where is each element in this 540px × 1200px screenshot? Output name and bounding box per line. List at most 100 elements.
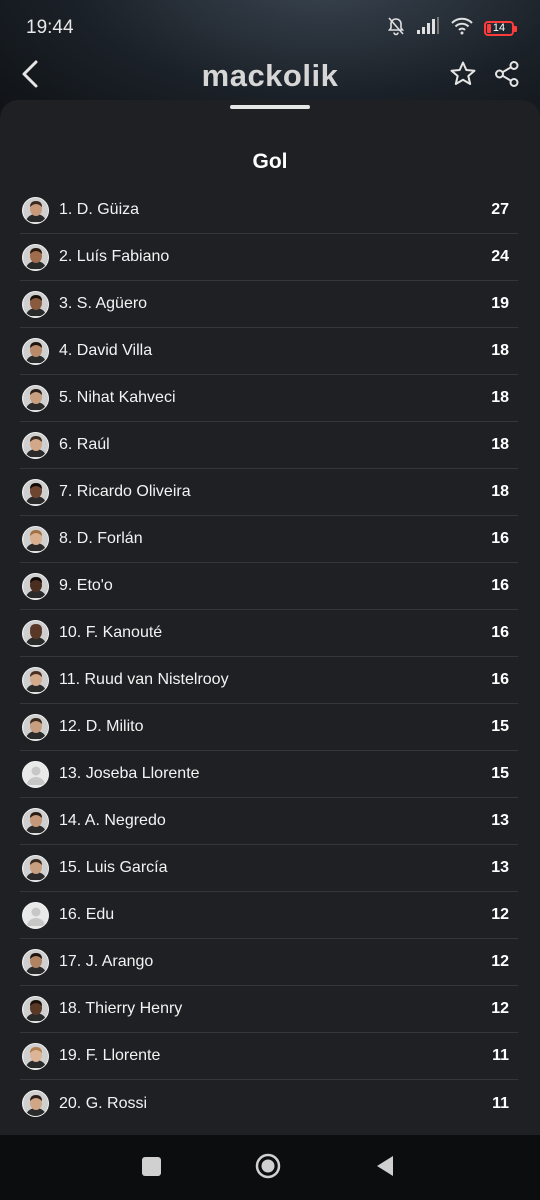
sheet-title: Gol <box>252 150 288 173</box>
player-row[interactable]: 18. Thierry Henry 12 <box>20 986 518 1033</box>
player-goals: 18 <box>491 483 509 500</box>
star-icon <box>449 60 477 93</box>
player-avatar <box>22 243 49 271</box>
player-row[interactable]: 7. Ricardo Oliveira 18 <box>20 469 518 516</box>
home-circle-icon[interactable] <box>255 1153 281 1179</box>
status-bar: 19:44 14 <box>0 0 540 56</box>
battery-icon: 14 <box>484 20 517 36</box>
player-row[interactable]: 10. F. Kanouté 16 <box>20 610 518 657</box>
player-goals: 16 <box>491 624 509 641</box>
player-name: 19. F. Llorente <box>59 1047 161 1064</box>
wifi-icon <box>450 17 474 40</box>
player-avatar <box>22 1042 49 1070</box>
player-name: 8. D. Forlán <box>59 530 143 547</box>
player-row[interactable]: 4. David Villa 18 <box>20 328 518 375</box>
player-name: 4. David Villa <box>59 342 153 359</box>
player-goals: 19 <box>491 295 509 312</box>
player-row[interactable]: 20. G. Rossi 11 <box>20 1080 518 1127</box>
player-avatar <box>22 525 49 553</box>
player-avatar <box>22 713 49 741</box>
player-avatar <box>22 384 49 412</box>
player-name: 13. Joseba Llorente <box>59 765 200 782</box>
scorers-list: 1. D. Güiza 27 2. Luís Fabiano 24 3. S. Agüe… <box>20 187 518 1127</box>
player-avatar <box>22 995 49 1023</box>
player-name: 20. G. Rossi <box>59 1094 148 1112</box>
bell-off-icon <box>386 16 406 41</box>
sheet-drag-handle[interactable] <box>230 105 310 109</box>
avatar-placeholder-icon <box>22 901 49 929</box>
player-goals: 11 <box>492 1047 509 1064</box>
player-row[interactable]: 5. Nihat Kahveci 18 <box>20 375 518 422</box>
player-avatar <box>22 619 49 647</box>
back-triangle-icon[interactable] <box>375 1155 395 1177</box>
player-goals: 12 <box>491 1000 509 1017</box>
player-avatar <box>22 572 49 600</box>
player-avatar <box>22 1090 49 1117</box>
player-row[interactable]: 8. D. Forlán 16 <box>20 516 518 563</box>
player-goals: 15 <box>491 718 509 735</box>
status-time: 19:44 <box>26 17 74 38</box>
player-row[interactable]: 12. D. Milito 15 <box>20 704 518 751</box>
player-goals: 15 <box>491 765 509 782</box>
player-row[interactable]: 19. F. Llorente 11 <box>20 1033 518 1080</box>
share-icon <box>493 60 521 93</box>
player-name: 17. J. Arango <box>59 953 154 970</box>
battery-level: 14 <box>492 22 506 34</box>
player-goals: 18 <box>491 342 509 359</box>
player-goals: 18 <box>491 436 509 453</box>
player-avatar <box>22 478 49 506</box>
player-goals: 16 <box>491 671 509 688</box>
player-name: 15. Luis García <box>59 859 168 876</box>
player-name: 2. Luís Fabiano <box>59 248 170 265</box>
player-avatar <box>22 290 49 318</box>
player-name: 5. Nihat Kahveci <box>59 389 176 406</box>
player-row[interactable]: 2. Luís Fabiano 24 <box>20 234 518 281</box>
player-avatar <box>22 337 49 365</box>
player-goals: 12 <box>491 953 509 970</box>
avatar-placeholder-icon <box>22 760 49 788</box>
player-avatar <box>22 196 49 224</box>
player-name: 10. F. Kanouté <box>59 624 163 641</box>
player-avatar <box>22 807 49 835</box>
player-avatar <box>22 854 49 882</box>
app-header: mackolik <box>0 50 540 102</box>
player-goals: 16 <box>491 530 509 547</box>
player-row[interactable]: 3. S. Agüero 19 <box>20 281 518 328</box>
player-avatar <box>22 948 49 976</box>
player-row[interactable]: 11. Ruud van Nistelrooy 16 <box>20 657 518 704</box>
player-row[interactable]: 1. D. Güiza 27 <box>20 187 518 234</box>
player-name: 9. Eto'o <box>59 577 113 594</box>
player-name: 6. Raúl <box>59 436 110 453</box>
player-name: 14. A. Negredo <box>59 812 166 829</box>
player-row[interactable]: 13. Joseba Llorente 15 <box>20 751 518 798</box>
status-icons: 14 <box>386 16 517 41</box>
system-nav-bar <box>0 1135 540 1200</box>
player-goals: 12 <box>491 906 509 923</box>
favorite-button[interactable] <box>447 60 479 92</box>
player-name: 18. Thierry Henry <box>59 1000 183 1017</box>
player-row[interactable]: 15. Luis García 13 <box>20 845 518 892</box>
player-name: 7. Ricardo Oliveira <box>59 483 191 500</box>
player-avatar <box>22 431 49 459</box>
player-row[interactable]: 9. Eto'o 16 <box>20 563 518 610</box>
player-name: 16. Edu <box>59 906 115 923</box>
signal-icon <box>416 16 440 40</box>
player-goals: 24 <box>491 248 509 265</box>
player-goals: 16 <box>491 577 509 594</box>
player-row[interactable]: 14. A. Negredo 13 <box>20 798 518 845</box>
player-row[interactable]: 6. Raúl 18 <box>20 422 518 469</box>
player-row[interactable]: 17. J. Arango 12 <box>20 939 518 986</box>
player-avatar <box>22 666 49 694</box>
player-goals: 13 <box>491 812 509 829</box>
player-goals: 11 <box>492 1094 509 1112</box>
player-goals: 13 <box>491 859 509 876</box>
player-row[interactable]: 16. Edu 12 <box>20 892 518 939</box>
share-button[interactable] <box>491 60 523 92</box>
recents-square-icon[interactable] <box>142 1157 161 1176</box>
player-name: 11. Ruud van Nistelrooy <box>59 671 229 688</box>
player-name: 1. D. Güiza <box>59 201 140 218</box>
player-goals: 18 <box>491 389 509 406</box>
player-name: 3. S. Agüero <box>59 295 148 312</box>
player-goals: 27 <box>491 201 509 218</box>
player-name: 12. D. Milito <box>59 718 144 735</box>
